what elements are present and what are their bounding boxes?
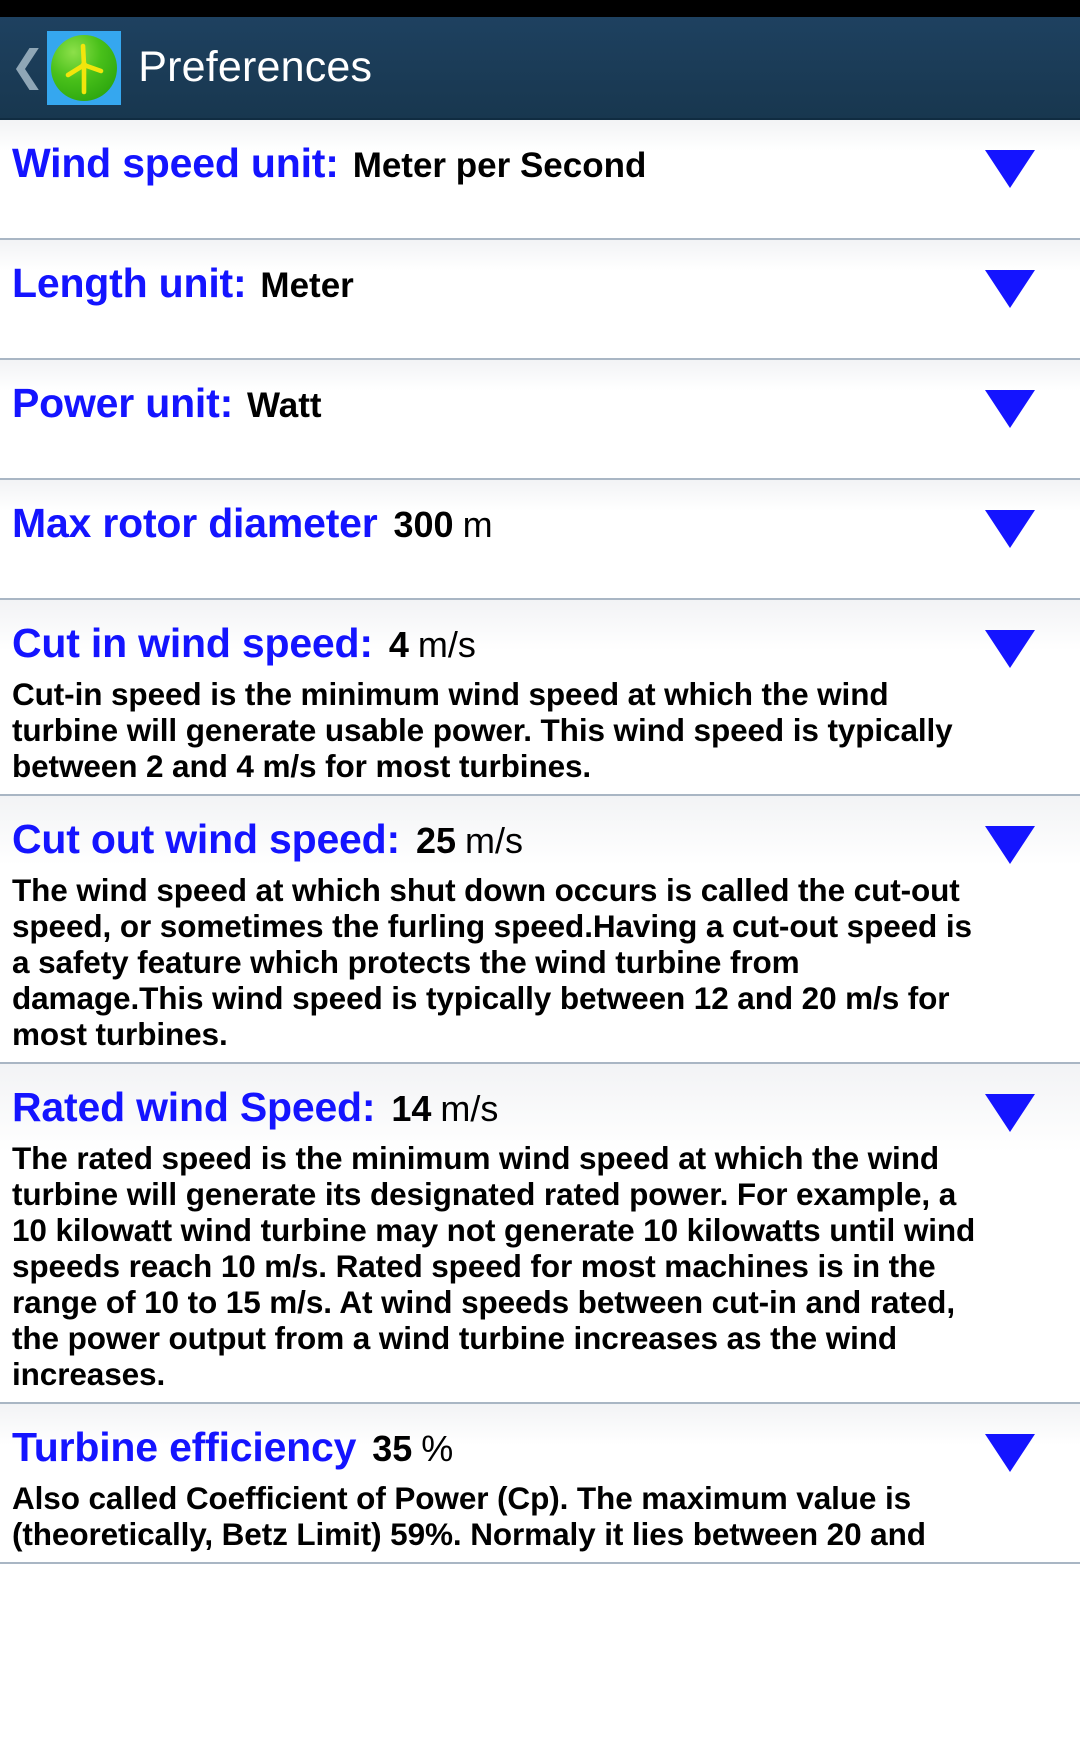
- chevron-down-icon[interactable]: [985, 510, 1035, 548]
- preference-unit: m/s: [465, 820, 523, 861]
- preference-label: Turbine efficiency: [12, 1424, 357, 1470]
- chevron-down-icon[interactable]: [985, 826, 1035, 864]
- preference-value: 14: [391, 1088, 432, 1129]
- preference-label: Max rotor diameter: [12, 500, 378, 546]
- preference-head: Cut out wind speed: 25 m/s: [12, 796, 1080, 863]
- preference-row[interactable]: Length unit: Meter: [0, 240, 1080, 360]
- chevron-down-icon[interactable]: [985, 390, 1035, 428]
- preference-row[interactable]: Cut out wind speed: 25 m/s The wind speed a…: [0, 796, 1080, 1064]
- chevron-down-icon[interactable]: [985, 270, 1035, 308]
- chevron-down-icon[interactable]: [985, 1434, 1035, 1472]
- preference-value: 25: [415, 820, 456, 861]
- preference-head: Wind speed unit: Meter per Second: [12, 120, 1080, 187]
- chevron-down-icon[interactable]: [985, 1094, 1035, 1132]
- preference-row[interactable]: Power unit: Watt: [0, 360, 1080, 480]
- action-bar: ❮ Preferences: [0, 17, 1080, 120]
- preference-row[interactable]: Cut in wind speed: 4 m/s Cut-in speed is th…: [0, 600, 1080, 796]
- preference-value: Watt: [247, 386, 322, 425]
- preference-description: The rated speed is the minimum wind spee…: [12, 1140, 976, 1392]
- turbine-glyph: [65, 43, 104, 94]
- preference-value: 4: [388, 624, 409, 665]
- preference-head: Cut in wind speed: 4 m/s: [12, 600, 1080, 667]
- preference-head: Rated wind Speed: 14 m/s: [12, 1064, 1080, 1131]
- preference-row[interactable]: Turbine efficiency 35% Also called Coeffic…: [0, 1404, 1080, 1564]
- preference-label: Length unit:: [12, 260, 247, 306]
- chevron-down-icon[interactable]: [985, 150, 1035, 188]
- preference-row[interactable]: Max rotor diameter 300 m: [0, 480, 1080, 600]
- preference-head: Length unit: Meter: [12, 240, 1080, 307]
- preference-value: 35: [372, 1428, 413, 1469]
- preference-list: Wind speed unit: Meter per Second Length u…: [0, 120, 1080, 1564]
- preference-label: Rated wind Speed:: [12, 1084, 376, 1130]
- preference-label: Wind speed unit:: [12, 140, 339, 186]
- preference-value: Meter: [260, 266, 354, 305]
- preference-label: Cut out wind speed:: [12, 816, 400, 862]
- preference-head: Max rotor diameter 300 m: [12, 480, 1080, 547]
- preference-head: Turbine efficiency 35%: [12, 1404, 1080, 1471]
- preference-head: Power unit: Watt: [12, 360, 1080, 427]
- preference-value: Meter per Second: [352, 146, 647, 185]
- preference-unit: %: [421, 1428, 454, 1469]
- preference-row[interactable]: Rated wind Speed: 14 m/s The rated speed is…: [0, 1064, 1080, 1404]
- preference-value: 300: [393, 504, 454, 545]
- preference-unit: m: [462, 504, 493, 545]
- preference-row[interactable]: Wind speed unit: Meter per Second: [0, 120, 1080, 240]
- preference-description: Also called Coefficient of Power (Cp). T…: [12, 1480, 926, 1552]
- wind-turbine-icon[interactable]: [47, 30, 122, 105]
- page-title: Preferences: [138, 43, 373, 91]
- preference-label: Cut in wind speed:: [12, 620, 373, 666]
- chevron-down-icon[interactable]: [985, 630, 1035, 668]
- preference-unit: m/s: [440, 1088, 499, 1129]
- preference-description: Cut-in speed is the minimum wind speed a…: [12, 676, 953, 784]
- back-chevron-icon[interactable]: ❮: [10, 44, 45, 87]
- preference-description: The wind speed at which shut down occurs…: [12, 872, 972, 1052]
- preference-label: Power unit:: [12, 380, 234, 426]
- status-bar: [0, 0, 1080, 17]
- preference-unit: m/s: [417, 624, 476, 665]
